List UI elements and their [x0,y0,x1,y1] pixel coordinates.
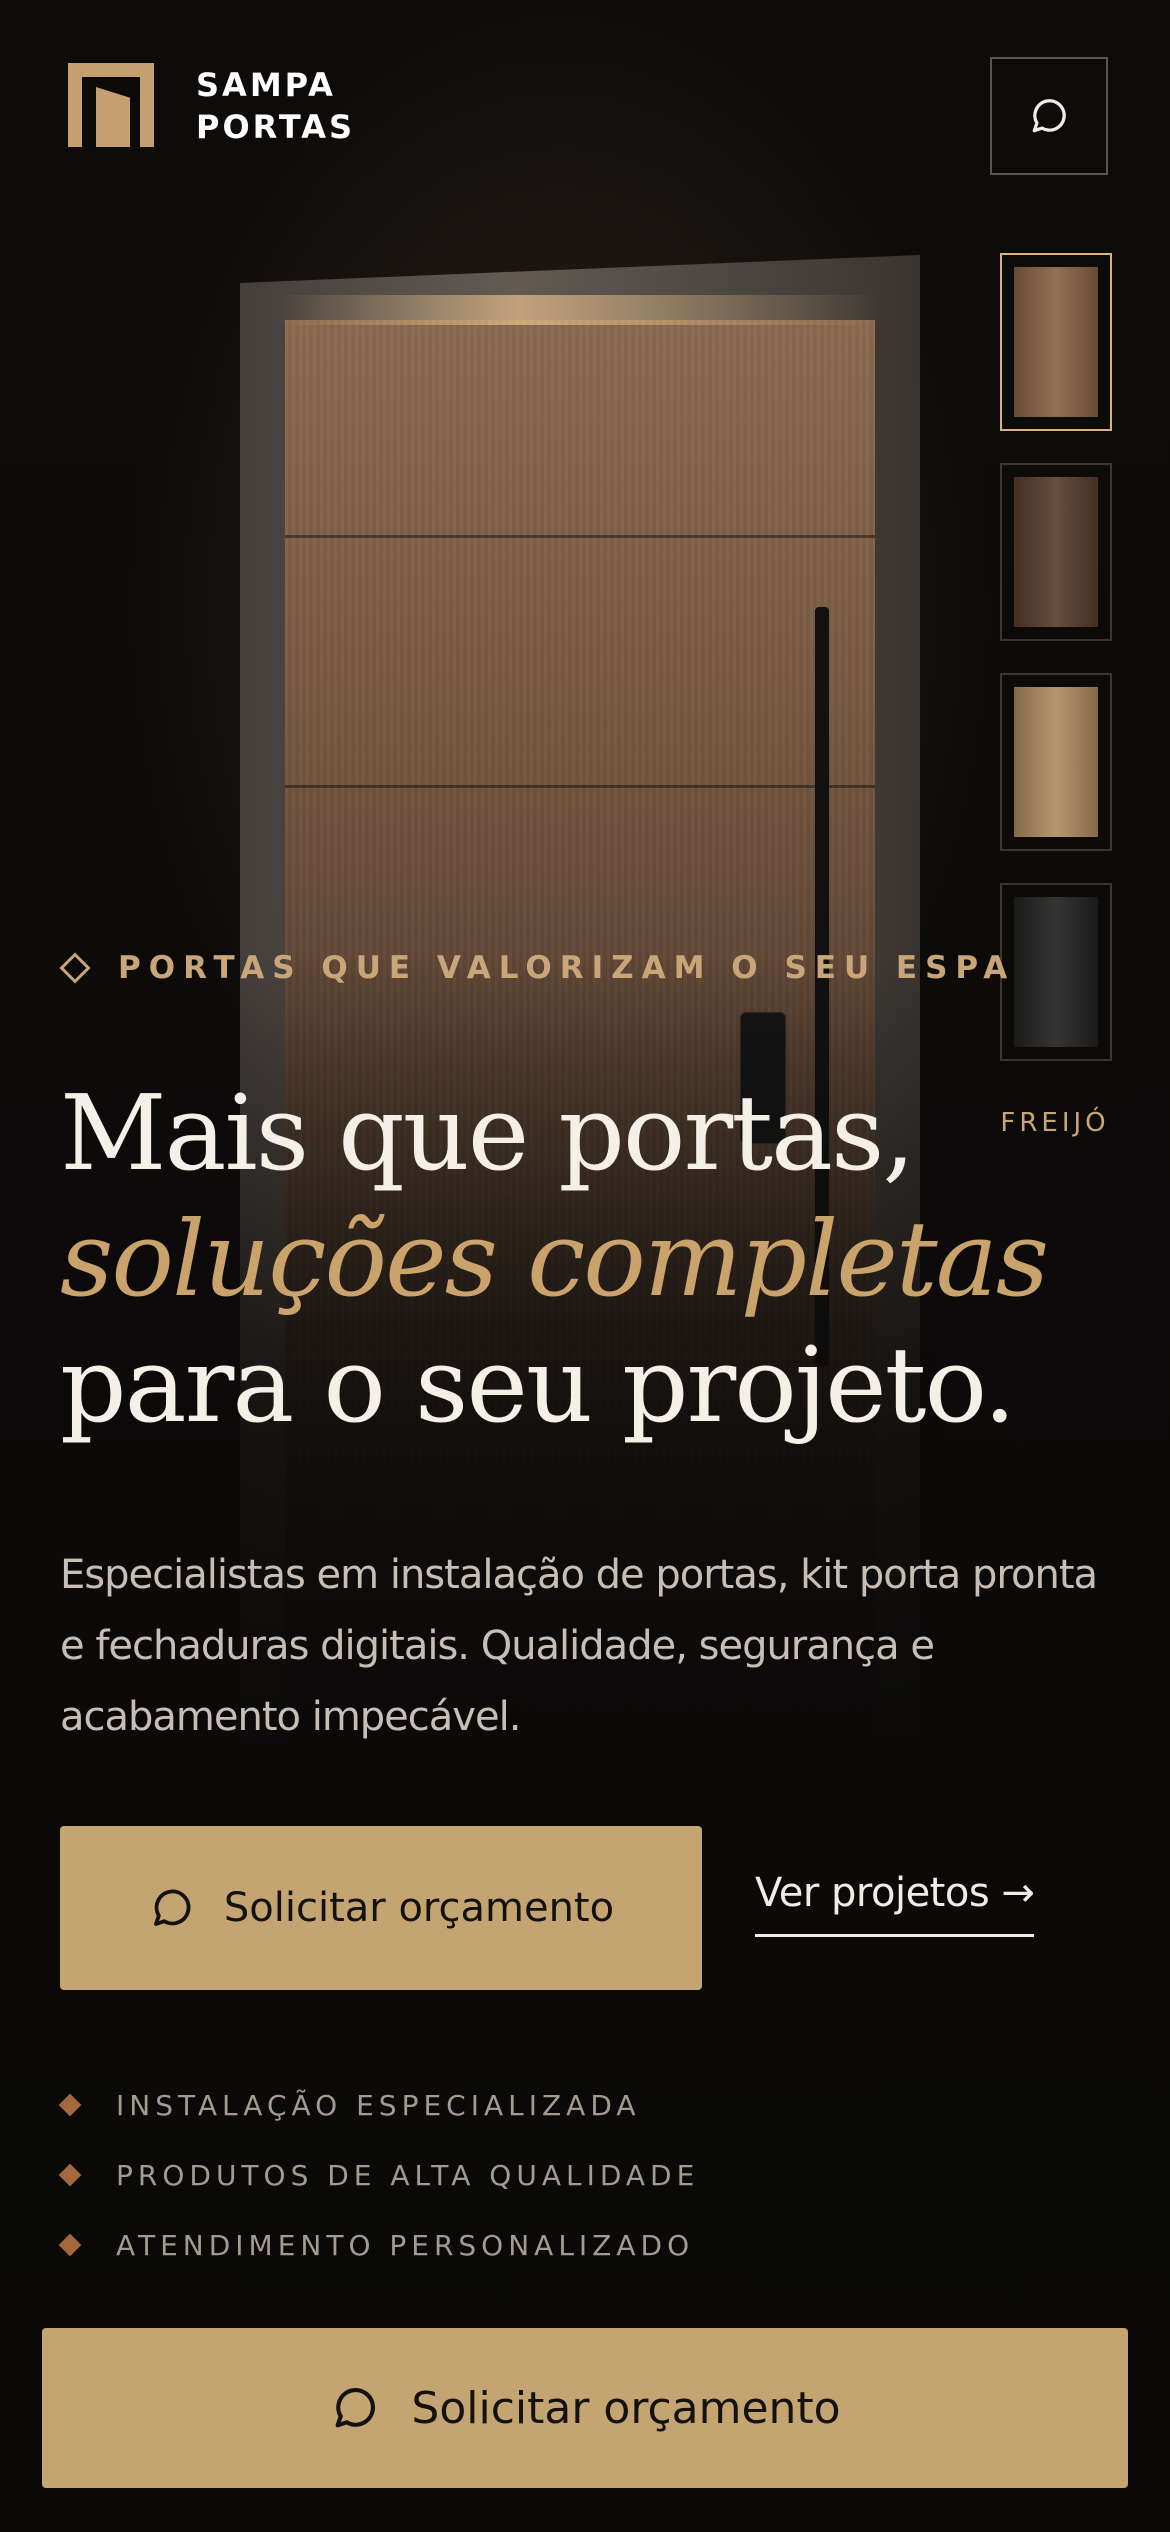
hero-title-line-3: para o seu projeto. [60,1324,1016,1446]
finish-swatch-wood-medium[interactable] [1000,253,1112,431]
feature-item: ATENDIMENTO PERSONALIZADO [58,2210,699,2280]
view-projects-link[interactable]: Ver projetos → [755,1870,1035,1937]
feature-text: PRODUTOS DE ALTA QUALIDADE [116,2158,700,2192]
request-quote-button[interactable]: Solicitar orçamento [60,1826,702,1990]
chat-button[interactable] [990,57,1108,175]
brand-line-2: PORTAS [196,108,356,146]
diamond-bullet-icon [58,2163,82,2187]
finish-swatch-fill [1014,897,1098,1047]
brand-name[interactable]: SAMPA PORTAS [196,64,355,148]
door-highlight [280,295,880,325]
diamond-bullet-icon [58,2093,82,2117]
chat-bubble-icon [154,1889,191,1926]
finish-swatch-wood-dark[interactable] [1000,463,1112,641]
finish-swatch-fill [1014,267,1098,417]
features-list: INSTALAÇÃO ESPECIALIZADA PRODUTOS DE ALT… [58,2070,699,2280]
finish-swatch-wood-light[interactable] [1000,673,1112,851]
hero-door-image [240,255,940,1755]
finish-swatch-fill [1014,687,1098,837]
hero-title-line-1: Mais que portas, [60,1072,915,1194]
chat-bubble-icon [1032,99,1066,133]
feature-text: INSTALAÇÃO ESPECIALIZADA [116,2088,641,2122]
feature-text: ATENDIMENTO PERSONALIZADO [116,2228,695,2262]
brand-line-1: SAMPA [196,66,336,104]
feature-item: PRODUTOS DE ALTA QUALIDADE [58,2140,699,2210]
hero-description: Especialistas em instalação de portas, k… [60,1552,1098,1740]
sticky-request-quote-label: Solicitar orçamento [411,2382,841,2434]
eyebrow: PORTAS QUE VALORIZAM O SEU ESPAÇO [58,948,1013,988]
diamond-outline-icon [59,952,91,984]
hero-title: Mais que portas, soluções completas para… [60,1070,1060,1448]
door-groove [285,535,875,538]
diamond-bullet-icon [58,2233,82,2257]
hero-title-line-2: soluções completas [60,1198,1049,1320]
finish-swatch-fill [1014,477,1098,627]
logo[interactable] [68,63,154,147]
eyebrow-text: PORTAS QUE VALORIZAM O SEU ESPAÇO [118,950,1013,986]
sticky-request-quote-button[interactable]: Solicitar orçamento [42,2328,1128,2488]
finish-swatch-black[interactable] [1000,883,1112,1061]
request-quote-label: Solicitar orçamento [223,1885,615,1931]
feature-item: INSTALAÇÃO ESPECIALIZADA [58,2070,699,2140]
door-groove [285,785,875,788]
chat-bubble-icon [335,2388,376,2428]
